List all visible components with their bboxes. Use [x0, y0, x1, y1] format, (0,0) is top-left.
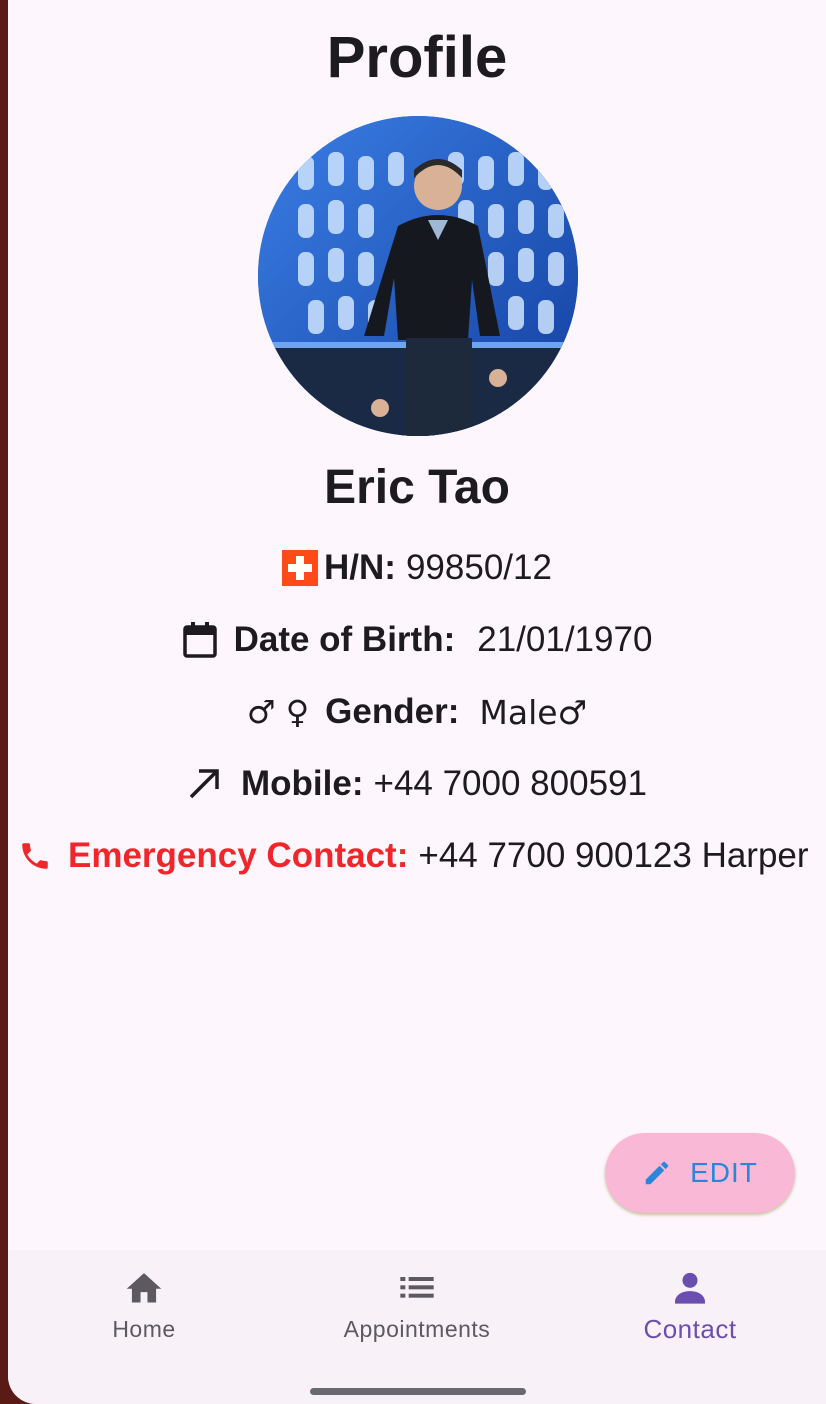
- nav-label-home: Home: [112, 1316, 176, 1342]
- list-icon: [397, 1268, 437, 1306]
- date-of-birth-value: 21/01/1970: [477, 620, 653, 659]
- phone-icon: [18, 839, 52, 873]
- emergency-contact-value: +44 7700 900123 Harper: [418, 836, 809, 875]
- gender-row: ♂ ♀ Gender: Male♂: [8, 692, 826, 732]
- page-title: Profile: [326, 25, 508, 90]
- person-icon: [670, 1268, 710, 1306]
- emergency-contact-label: Emergency Contact:: [68, 836, 409, 875]
- mobile-label: Mobile:: [241, 764, 364, 803]
- home-icon: [123, 1268, 165, 1306]
- medical-cross-icon: [282, 550, 319, 586]
- date-of-birth-row: Date of Birth: 21/01/1970: [8, 620, 826, 660]
- health-number-label: H/N:: [324, 548, 396, 587]
- gender-icon: ♂ ♀: [246, 693, 310, 731]
- nav-label-contact: Contact: [643, 1314, 737, 1344]
- mobile-row: Mobile: +44 7000 800591: [8, 764, 826, 804]
- arrow-up-right-icon: [187, 767, 221, 801]
- health-number-row: H/N: 99850/12: [8, 548, 826, 588]
- emergency-contact-row[interactable]: Emergency Contact: +44 7700 900123 Harpe…: [18, 836, 826, 876]
- gesture-home-indicator[interactable]: [310, 1388, 526, 1395]
- gender-label: Gender:: [325, 692, 460, 731]
- profile-photo: [258, 116, 578, 436]
- pencil-icon: [642, 1158, 672, 1188]
- nav-label-appointments: Appointments: [343, 1316, 491, 1342]
- gender-value: Male♂: [479, 692, 588, 732]
- edit-button[interactable]: EDIT: [605, 1133, 795, 1213]
- health-number-value: 99850/12: [405, 548, 552, 587]
- nav-item-home[interactable]: Home: [8, 1268, 280, 1368]
- mobile-value: +44 7000 800591: [373, 764, 647, 803]
- nav-item-contact[interactable]: Contact: [554, 1268, 826, 1368]
- calendar-icon: [182, 621, 218, 659]
- avatar: [258, 116, 578, 436]
- device-frame: Profile Eric Tao H/N: 99850/12 Date of B…: [0, 0, 826, 1404]
- app-screen: Profile Eric Tao H/N: 99850/12 Date of B…: [8, 0, 826, 1404]
- bottom-navigation: Home Appointments Contact: [8, 1250, 826, 1404]
- date-of-birth-label: Date of Birth:: [233, 620, 456, 659]
- patient-name: Eric Tao: [324, 461, 510, 514]
- nav-item-appointments[interactable]: Appointments: [281, 1268, 553, 1368]
- edit-button-label: EDIT: [690, 1157, 758, 1188]
